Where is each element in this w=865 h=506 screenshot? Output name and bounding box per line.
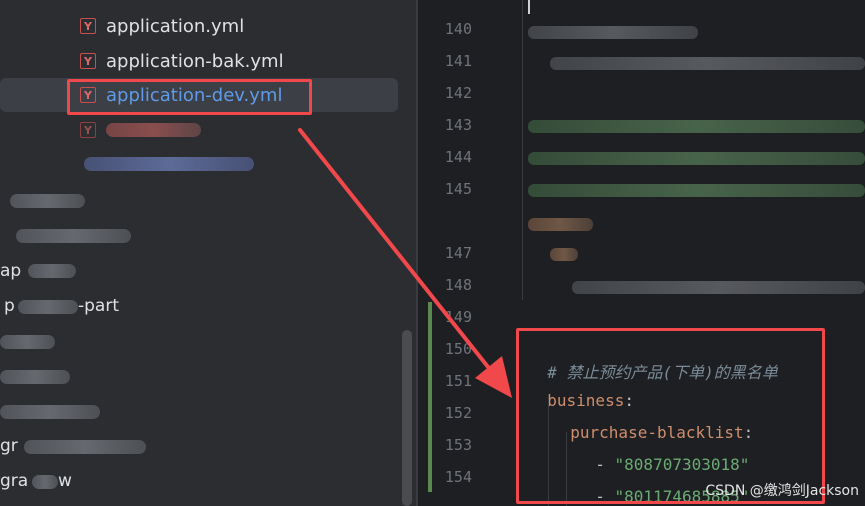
redacted-module[interactable] — [0, 335, 55, 349]
file-label: application.yml — [106, 15, 245, 37]
line-number: 147 — [444, 244, 472, 262]
line-number: 148 — [444, 276, 472, 294]
csdn-watermark: CSDN @缴鸿剑Jackson — [705, 483, 859, 499]
module-label-partial[interactable]: ap — [0, 261, 21, 281]
tree-file-blurred[interactable]: Y — [0, 113, 416, 147]
redacted-code[interactable] — [550, 248, 578, 261]
highlight-box-file — [67, 79, 312, 115]
redacted-code[interactable] — [572, 281, 865, 294]
redacted-code[interactable] — [528, 184, 865, 197]
tree-file-application-bak-yml[interactable]: Y application-bak.yml — [0, 44, 416, 78]
tree-file-application-yml[interactable]: Y application.yml — [0, 9, 416, 43]
module-label-partial[interactable]: gr — [0, 436, 18, 456]
yaml-file-icon: Y — [80, 53, 96, 69]
module-label-partial: -part — [78, 296, 119, 316]
indent-guide — [522, 0, 523, 300]
yaml-file-icon: Y — [80, 122, 96, 138]
redacted-module — [24, 440, 146, 454]
redacted-code[interactable] — [528, 26, 698, 39]
line-number: 140 — [444, 20, 472, 38]
redacted-code[interactable] — [528, 218, 593, 231]
redacted-module — [18, 300, 78, 314]
redacted-module — [28, 264, 76, 278]
redacted-module[interactable] — [0, 370, 70, 384]
redacted-code[interactable] — [550, 57, 865, 70]
yaml-file-icon: Y — [80, 18, 96, 34]
module-label-partial[interactable]: p — [4, 296, 15, 316]
redacted-code[interactable] — [528, 120, 865, 133]
line-number: 141 — [444, 52, 472, 70]
tree-scrollbar[interactable] — [402, 330, 412, 506]
module-label-partial[interactable]: gra — [0, 471, 28, 491]
vcs-change-marker[interactable] — [428, 302, 432, 492]
line-number: 144 — [444, 148, 472, 166]
module-label-partial: w — [58, 471, 72, 491]
redacted-module[interactable] — [0, 405, 100, 419]
redacted-code[interactable] — [528, 152, 865, 165]
line-number: 145 — [444, 180, 472, 198]
text-caret — [528, 0, 530, 14]
redacted-module[interactable] — [10, 194, 85, 208]
highlight-box-code — [516, 328, 825, 504]
redacted-module — [32, 475, 58, 489]
redacted-module[interactable] — [16, 229, 131, 243]
redacted-filename — [106, 123, 201, 137]
redacted-filename[interactable] — [84, 157, 254, 171]
line-number: 142 — [444, 84, 472, 102]
file-label: application-bak.yml — [106, 50, 284, 72]
project-tree-panel: Y application.yml Y application-bak.yml … — [0, 0, 416, 506]
line-number: 143 — [444, 116, 472, 134]
